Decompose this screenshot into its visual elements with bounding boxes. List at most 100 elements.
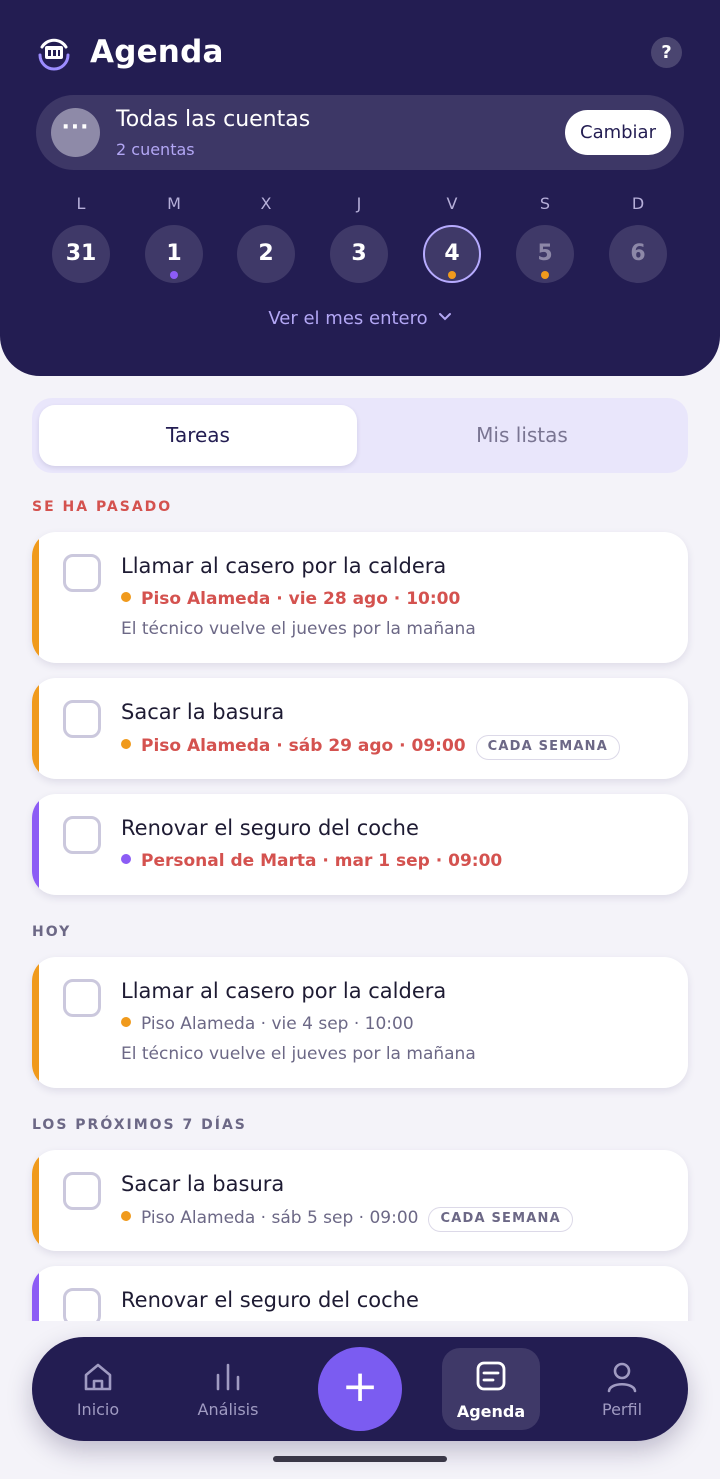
help-button[interactable]: ? [651, 37, 682, 68]
day-tuesday[interactable]: M 1 [144, 190, 204, 290]
scroll-clip: Renovar el seguro del coche [0, 1255, 720, 1321]
task-card[interactable]: Renovar el seguro del coche Personal de … [32, 794, 688, 895]
task-account: Personal de Marta [141, 851, 317, 871]
account-dot [121, 592, 131, 602]
change-account-button[interactable]: Cambiar [565, 110, 671, 155]
view-month-label: Ver el mes entero [268, 308, 428, 329]
meta-separator: · [270, 589, 289, 609]
day-number[interactable]: 31 [52, 225, 110, 283]
day-number[interactable]: 3 [330, 225, 388, 283]
task-checkbox[interactable] [63, 979, 101, 1017]
task-account: Piso Alameda [141, 1014, 256, 1034]
nav-analysis-label: Análisis [197, 1400, 259, 1419]
task-account: Piso Alameda [141, 589, 271, 609]
task-card[interactable]: Llamar al casero por la caldera Piso Ala… [32, 957, 688, 1088]
task-title: Sacar la basura [121, 700, 285, 724]
task-datetime: sáb 5 sep · 09:00 [271, 1208, 419, 1228]
profile-icon [607, 1362, 637, 1393]
agenda-icon [476, 1361, 506, 1391]
account-color-bar [32, 957, 39, 1088]
more-icon: ··· [51, 108, 100, 157]
event-dot [170, 271, 178, 279]
tab-tasks[interactable]: Tareas [39, 405, 357, 466]
day-letter: J [356, 194, 362, 213]
task-card[interactable]: Sacar la basura Piso Alameda · sáb 29 ag… [32, 678, 688, 779]
nav-home-label: Inicio [76, 1400, 120, 1419]
account-color-bar [32, 1266, 39, 1321]
nav-home[interactable]: Inicio [48, 1337, 148, 1441]
day-wednesday[interactable]: X 2 [236, 190, 296, 290]
account-name: Todas las cuentas [116, 107, 311, 132]
day-letter: X [260, 194, 272, 213]
account-dot [121, 1211, 131, 1221]
nav-analysis[interactable]: Análisis [178, 1337, 278, 1441]
account-count: 2 cuentas [116, 140, 195, 159]
day-number[interactable]: 2 [237, 225, 295, 283]
meta-separator: · [255, 1208, 272, 1228]
app-logo-icon [38, 38, 70, 71]
nav-agenda[interactable]: Agenda [442, 1348, 540, 1430]
day-letter: S [539, 194, 551, 213]
repeat-badge: CADA SEMANA [428, 1207, 573, 1232]
event-dot [448, 271, 456, 279]
nav-agenda-label: Agenda [456, 1402, 526, 1421]
task-meta: Piso Alameda · sáb 5 sep · 09:00 CADA SEM… [121, 1207, 573, 1233]
chevron-down-icon [438, 310, 452, 326]
account-color-bar [32, 1150, 39, 1251]
task-datetime: sáb 29 ago · 09:00 [288, 736, 466, 756]
task-card[interactable]: Renovar el seguro del coche [32, 1266, 688, 1321]
view-month-link[interactable]: Ver el mes entero [0, 308, 720, 329]
task-datetime: vie 28 ago · 10:00 [288, 589, 461, 609]
account-color-bar [32, 678, 39, 779]
day-letter: M [167, 194, 181, 213]
account-color-bar [32, 794, 39, 895]
page-title: Agenda [90, 34, 224, 70]
meta-separator: · [255, 1014, 272, 1034]
task-account: Piso Alameda [141, 1208, 256, 1228]
day-monday[interactable]: L 31 [51, 190, 111, 290]
task-title: Renovar el seguro del coche [121, 1288, 419, 1312]
home-icon [84, 1363, 112, 1391]
task-title: Llamar al casero por la caldera [121, 554, 447, 578]
task-card[interactable]: Sacar la basura Piso Alameda · sáb 5 sep… [32, 1150, 688, 1251]
task-datetime: vie 4 sep · 10:00 [271, 1014, 414, 1034]
task-card[interactable]: Llamar al casero por la caldera Piso Ala… [32, 532, 688, 663]
tab-my-lists[interactable]: Mis listas [363, 405, 681, 466]
task-checkbox[interactable] [63, 700, 101, 738]
day-friday[interactable]: V 4 [422, 190, 482, 290]
event-dot [541, 271, 549, 279]
account-dot [121, 854, 131, 864]
meta-separator: · [316, 851, 335, 871]
nav-profile-label: Perfil [601, 1400, 643, 1419]
repeat-badge: CADA SEMANA [475, 735, 620, 760]
task-checkbox[interactable] [63, 1172, 101, 1210]
section-next7-label: LOS PRÓXIMOS 7 DÍAS [32, 1117, 247, 1133]
account-dot [121, 739, 131, 749]
nav-profile[interactable]: Perfil [572, 1337, 672, 1441]
task-meta: Personal de Marta · mar 1 sep · 09:00 [121, 851, 502, 877]
segmented-tabs: Tareas Mis listas [32, 398, 688, 473]
add-button[interactable]: + [318, 1347, 402, 1431]
section-today-label: HOY [32, 924, 72, 940]
task-checkbox[interactable] [63, 554, 101, 592]
task-datetime: mar 1 sep · 09:00 [334, 851, 503, 871]
account-dot [121, 1017, 131, 1027]
task-meta: Piso Alameda · vie 28 ago · 10:00 [121, 589, 460, 615]
task-title: Renovar el seguro del coche [121, 816, 419, 840]
task-account: Piso Alameda [141, 736, 271, 756]
day-letter: D [631, 194, 645, 213]
week-strip: L 31 M 1 X 2 J 3 V 4 S 5 D 6 [0, 190, 720, 290]
day-letter: V [446, 194, 458, 213]
task-title: Sacar la basura [121, 1172, 285, 1196]
day-thursday[interactable]: J 3 [329, 190, 389, 290]
task-checkbox[interactable] [63, 1288, 101, 1321]
day-letter: L [76, 194, 86, 213]
account-selector[interactable]: ··· Todas las cuentas 2 cuentas Cambiar [36, 95, 684, 170]
bottom-nav: Inicio Análisis + Agenda Perfil [32, 1337, 688, 1441]
day-number[interactable]: 6 [609, 225, 667, 283]
bar-chart-icon [216, 1363, 240, 1391]
task-checkbox[interactable] [63, 816, 101, 854]
day-sunday[interactable]: D 6 [608, 190, 668, 290]
agenda-header: Agenda ? ··· Todas las cuentas 2 cuentas… [0, 0, 720, 376]
day-saturday[interactable]: S 5 [515, 190, 575, 290]
